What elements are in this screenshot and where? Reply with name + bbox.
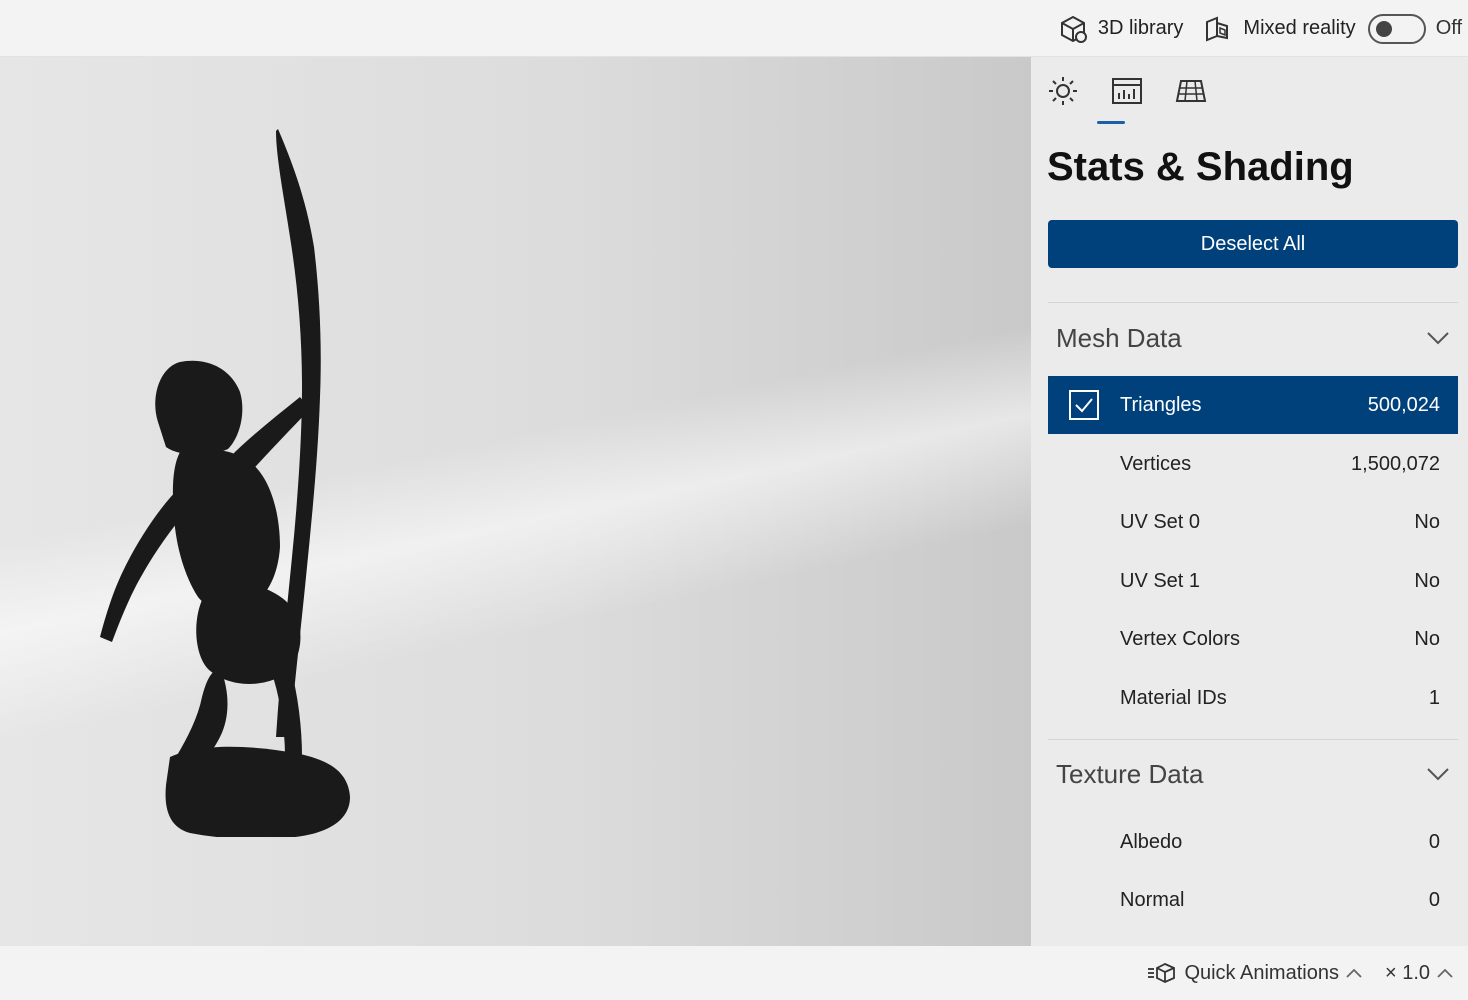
mesh-data-title: Mesh Data — [1056, 322, 1182, 353]
stat-value: No — [1414, 569, 1440, 592]
3d-library-button[interactable]: 3D library — [1048, 0, 1194, 57]
divider — [1048, 302, 1458, 303]
stat-check-spacer — [1048, 435, 1120, 493]
stat-row-vertices[interactable]: Vertices 1,500,072 — [1048, 435, 1458, 493]
toggle-knob — [1375, 20, 1392, 37]
bottom-bar-actions: Quick Animations × 1.0 — [1132, 946, 1468, 1000]
chevron-up-icon — [1346, 968, 1362, 978]
divider — [1048, 739, 1458, 740]
panel-title: Stats & Shading — [1047, 145, 1354, 189]
stat-label: UV Set 1 — [1120, 569, 1201, 592]
stat-row-triangles[interactable]: Triangles 500,024 — [1048, 376, 1458, 434]
texture-data-title: Texture Data — [1056, 758, 1204, 789]
bottom-bar: Quick Animations × 1.0 — [0, 946, 1468, 1000]
stat-row-vertex-colors[interactable]: Vertex Colors No — [1048, 610, 1458, 668]
stat-value: 1 — [1428, 686, 1440, 709]
deselect-all-button[interactable]: Deselect All — [1048, 220, 1458, 268]
speed-button[interactable]: × 1.0 — [1377, 946, 1468, 1000]
chevron-down-icon[interactable] — [1426, 330, 1450, 346]
stat-label: Normal — [1120, 888, 1185, 911]
stat-row-uv-set-0[interactable]: UV Set 0 No — [1048, 493, 1458, 551]
mixed-reality-label: Mixed reality — [1243, 17, 1356, 39]
checkbox-checked-icon — [1069, 390, 1099, 420]
stats-grid-icon — [1112, 78, 1142, 104]
tab-grid[interactable] — [1175, 75, 1239, 125]
stat-check-spacer — [1048, 871, 1120, 929]
chevron-up-icon — [1437, 968, 1453, 978]
stat-label: UV Set 0 — [1120, 510, 1201, 533]
stat-value: 500,024 — [1367, 393, 1440, 416]
stat-check-spacer — [1048, 610, 1120, 668]
stat-value: No — [1414, 510, 1440, 533]
texture-data-header[interactable]: Texture Data — [1048, 745, 1458, 803]
stat-row-normal[interactable]: Normal 0 — [1048, 871, 1458, 929]
3d-library-label: 3D library — [1097, 17, 1184, 39]
active-tab-indicator — [1097, 121, 1125, 124]
stat-value: 0 — [1428, 888, 1440, 911]
stat-row-material-ids[interactable]: Material IDs 1 — [1048, 669, 1458, 727]
speed-label: × 1.0 — [1384, 961, 1430, 984]
cube-icon — [1060, 15, 1087, 43]
quick-animations-label: Quick Animations — [1184, 961, 1339, 984]
mixed-reality-icon — [1206, 16, 1229, 41]
chevron-down-icon[interactable] — [1426, 766, 1450, 782]
stat-check-spacer — [1048, 493, 1120, 551]
animation-cube-icon — [1148, 963, 1176, 983]
mixed-reality-button[interactable]: Mixed reality — [1193, 0, 1365, 57]
tab-lighting[interactable] — [1047, 75, 1111, 125]
stat-row-albedo[interactable]: Albedo 0 — [1048, 813, 1458, 871]
stat-label: Albedo — [1120, 830, 1183, 853]
stat-label: Vertex Colors — [1120, 627, 1241, 650]
top-bar: 3D library Mixed reality Off — [0, 0, 1468, 57]
mesh-data-header[interactable]: Mesh Data — [1048, 309, 1458, 367]
stat-label: Vertices — [1120, 452, 1192, 475]
mixed-reality-toggle[interactable] — [1367, 13, 1426, 44]
stat-check-spacer — [1048, 813, 1120, 871]
stat-label: Triangles — [1120, 393, 1202, 416]
panel-tabs — [1047, 75, 1239, 125]
sun-icon — [1049, 77, 1077, 105]
toggle-state-label: Off — [1435, 17, 1462, 39]
stat-check-spacer — [1048, 669, 1120, 727]
stat-value: No — [1414, 627, 1440, 650]
3d-viewport[interactable] — [0, 57, 1031, 946]
stats-panel: Stats & Shading Deselect All Mesh Data T… — [1031, 57, 1468, 946]
tab-stats[interactable] — [1111, 75, 1175, 125]
stat-row-uv-set-1[interactable]: UV Set 1 No — [1048, 552, 1458, 610]
stat-check-spacer — [1048, 552, 1120, 610]
stat-value: 0 — [1428, 830, 1440, 853]
top-bar-actions: 3D library Mixed reality Off — [1048, 0, 1468, 57]
3d-model-statue[interactable] — [80, 117, 380, 837]
quick-animations-button[interactable]: Quick Animations — [1132, 946, 1377, 1000]
stat-value: 1,500,072 — [1351, 452, 1440, 475]
stat-label: Material IDs — [1120, 686, 1227, 709]
triangles-checkbox[interactable] — [1048, 376, 1120, 434]
floor-grid-icon — [1175, 80, 1207, 102]
